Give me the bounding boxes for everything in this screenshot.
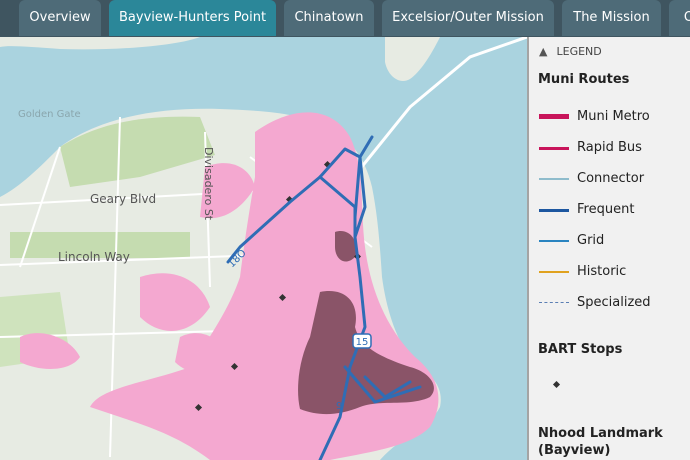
connector-label: Connector [577, 171, 645, 186]
chevron-up-icon: ▲ [539, 45, 548, 58]
tab-bayview-hunters-point[interactable]: Bayview-Hunters Point [109, 0, 276, 36]
legend-toggle[interactable]: ▲ LEGEND [539, 45, 602, 58]
neighborhood-tab-bar: Overview Bayview-Hunters Point Chinatown… [0, 0, 690, 37]
route-15-marker: 15 [352, 333, 372, 349]
tab-partial[interactable]: O [669, 0, 690, 36]
historic-swatch [539, 271, 569, 273]
landmark-title: Nhood Landmark [538, 426, 663, 441]
route-15-label: 15 [356, 337, 369, 348]
frequent-swatch [539, 209, 569, 212]
muni-metro-swatch [539, 114, 569, 119]
divisadero-label: Divisadero St [202, 147, 215, 221]
lincoln-way-label: Lincoln Way [58, 250, 130, 264]
specialized-swatch [539, 302, 569, 303]
landmark-subtitle: (Bayview) [538, 443, 611, 458]
rapid-bus-swatch [539, 147, 569, 150]
bart-stops-title: BART Stops [538, 342, 623, 357]
golden-gate-label: Golden Gate [18, 109, 81, 120]
tab-excelsior-outer-mission[interactable]: Excelsior/Outer Mission [382, 0, 554, 36]
route-9-label: 9 [336, 401, 342, 412]
rapid-bus-label: Rapid Bus [577, 140, 642, 155]
tab-overview[interactable]: Overview [19, 0, 101, 36]
connector-swatch [539, 178, 569, 180]
historic-label: Historic [577, 264, 627, 279]
bart-stop-symbol [552, 380, 561, 389]
muni-routes-title: Muni Routes [538, 72, 630, 87]
legend-header: LEGEND [556, 45, 602, 58]
tab-the-mission[interactable]: The Mission [562, 0, 661, 36]
specialized-label: Specialized [577, 295, 651, 310]
frequent-label: Frequent [577, 202, 635, 217]
map-view[interactable]: 15 9 18Ö Golden Gate Geary Blvd Lincoln … [0, 37, 527, 460]
legend-panel: ▲ LEGEND Muni Routes Muni Metro Rapid Bu… [527, 37, 690, 460]
muni-metro-label: Muni Metro [577, 109, 650, 124]
geary-blvd-label: Geary Blvd [90, 192, 156, 206]
grid-swatch [539, 240, 569, 242]
tab-chinatown[interactable]: Chinatown [284, 0, 374, 36]
grid-label: Grid [577, 233, 605, 248]
